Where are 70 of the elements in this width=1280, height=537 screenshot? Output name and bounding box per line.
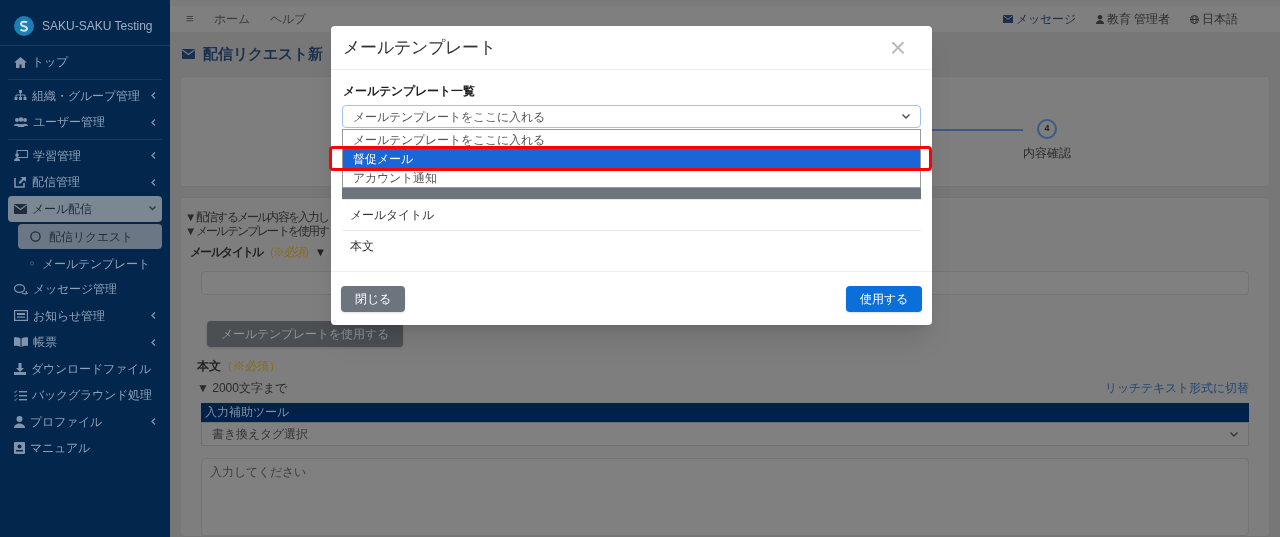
sidebar-item[interactable]: マニュアル	[8, 435, 162, 462]
task-list-icon	[14, 389, 27, 401]
dropdown-option[interactable]: 督促メール	[343, 149, 920, 168]
chevron-left-icon	[151, 338, 156, 346]
instruction-text: ▼ 配信するメール内容を入力し	[185, 210, 329, 224]
field-label: メールテンプレート一覧	[343, 84, 475, 99]
chevron-left-icon	[151, 178, 156, 186]
user-icon	[1095, 14, 1104, 24]
template-select[interactable]: メールテンプレートをここに入れる	[342, 105, 921, 128]
logo-icon	[14, 15, 34, 36]
sidebar-item[interactable]: メール配信	[8, 195, 162, 222]
chevron-down-icon	[1230, 431, 1238, 437]
org-chart-icon	[14, 90, 27, 102]
chevron-down-icon	[149, 206, 156, 212]
sidebar-item[interactable]: 組織・グループ管理	[8, 82, 162, 109]
hint-text: ▼ 2000文字まで	[197, 379, 287, 397]
use-button[interactable]: 使用する	[846, 285, 922, 312]
step-number: 4	[1037, 119, 1057, 139]
sidebar-item[interactable]: 学習管理	[8, 142, 162, 169]
step-label: 内容確認	[1023, 145, 1071, 162]
template-field-row: メールタイトル	[342, 199, 921, 230]
sidebar-item[interactable]: メッセージ管理	[8, 276, 162, 303]
header-link[interactable]: 教育 管理者	[1095, 10, 1170, 28]
user-icon	[14, 415, 25, 428]
globe-icon	[1190, 14, 1199, 24]
modal-title: メールテンプレート	[343, 36, 496, 59]
chevron-left-icon	[151, 418, 156, 426]
chat-bubbles-icon	[14, 283, 28, 295]
envelope-icon	[182, 49, 195, 59]
envelope-icon	[14, 203, 27, 214]
chevron-down-icon	[902, 114, 910, 119]
brand-name: SAKU-SAKU Testing	[42, 17, 153, 35]
instruction-text: ▼ メールテンプレートを使用す	[185, 224, 329, 238]
chevron-left-icon	[151, 152, 156, 160]
chevron-left-icon	[151, 312, 156, 320]
sidebar-item[interactable]: お知らせ管理	[8, 302, 162, 329]
home-icon	[14, 56, 27, 68]
sidebar-item[interactable]: プロファイル	[8, 408, 162, 435]
sidebar-item[interactable]: ダウンロードファイル	[8, 355, 162, 382]
dropdown-option[interactable]: アカウント通知	[343, 168, 920, 187]
required-mark: （※必須）	[221, 357, 281, 375]
header-link[interactable]: 日本語	[1190, 10, 1238, 28]
teacher-board-icon	[14, 150, 28, 162]
header-link[interactable]: メッセージ	[1002, 10, 1076, 28]
manual-book-icon	[14, 442, 25, 455]
users-icon	[14, 117, 28, 128]
toolbar-header: 入力補助ツール	[201, 402, 1249, 422]
circle-icon	[30, 231, 41, 242]
close-modal-button[interactable]: 閉じる	[341, 285, 405, 312]
hint-text: ▼	[314, 245, 325, 260]
sidebar-item[interactable]: 配信管理	[8, 169, 162, 196]
chevron-left-icon	[151, 118, 156, 126]
sidebar-subitem[interactable]: メールテンプレート	[18, 251, 162, 276]
share-box-icon	[14, 176, 27, 189]
book-icon	[14, 337, 28, 348]
envelope-icon	[1002, 15, 1013, 23]
field-label: 本文	[197, 357, 221, 375]
template-field-row: 本文	[342, 230, 921, 261]
sidebar-item[interactable]: ユーザー管理	[8, 109, 162, 136]
dropdown-option[interactable]: メールテンプレートをここに入れる	[343, 130, 920, 149]
tag-select[interactable]: 書き換えタグ選択	[201, 422, 1249, 447]
field-label: メールタイトル	[190, 245, 263, 260]
sidebar-item[interactable]: 帳票	[8, 329, 162, 356]
chevron-left-icon	[151, 92, 156, 100]
sidebar-item[interactable]: トップ	[8, 49, 162, 76]
download-icon	[14, 362, 26, 375]
sidebar-subitem[interactable]: 配信リクエスト	[18, 224, 162, 249]
page-title: 配信リクエスト新	[203, 43, 323, 64]
newspaper-icon	[14, 310, 28, 322]
sidebar-item[interactable]: バックグラウンド処理	[8, 382, 162, 409]
